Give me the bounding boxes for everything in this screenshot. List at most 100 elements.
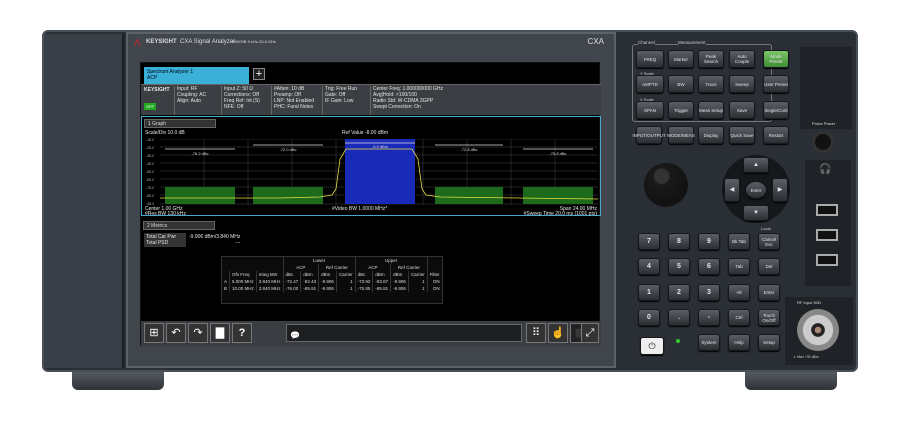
numpad-key-6[interactable]: 6: [698, 258, 720, 275]
model-badge: CXA: [587, 37, 604, 46]
message-bar[interactable]: 💬: [286, 324, 522, 342]
key-input-output[interactable]: INPUT/OUTPUT: [632, 126, 666, 144]
numpad-key-8[interactable]: 8: [668, 233, 690, 250]
key-save[interactable]: Save: [729, 101, 755, 119]
table-cell: 3.840 MHz: [256, 277, 284, 285]
column-header: dBm: [318, 270, 337, 278]
key-freq[interactable]: FREQ: [636, 50, 664, 68]
fullscreen-icon[interactable]: ⤢: [581, 323, 599, 343]
system-button[interactable]: System: [698, 334, 720, 351]
folder-icon[interactable]: ▇: [210, 323, 230, 343]
add-tab-button[interactable]: +: [253, 68, 265, 80]
power-button[interactable]: ⏻: [640, 337, 664, 355]
taskbar: ⊞ ↶ ↷ ▇ ? 💬 ⠿ ☝ ▦ ⤢: [141, 321, 601, 347]
table-cell: -82.43: [300, 277, 320, 285]
down-arrow-button[interactable]: ▼: [743, 205, 769, 221]
numpad-key-2[interactable]: 2: [668, 284, 690, 301]
help-icon[interactable]: ?: [232, 323, 252, 343]
usb-port-1[interactable]: [816, 204, 838, 216]
key-quick-save[interactable]: Quick Save: [729, 126, 755, 144]
up-arrow-button[interactable]: ▲: [743, 157, 769, 173]
key-restart[interactable]: Restart: [763, 126, 789, 144]
settings-bar[interactable]: KEYSIGHT OFF Input: RF Coupling: AC Align:…: [141, 84, 601, 115]
numpad-key-5[interactable]: 5: [668, 258, 690, 275]
usb-port-3[interactable]: [816, 254, 838, 266]
y-tick-label: -68.0: [146, 178, 154, 182]
graph-selector[interactable]: 1 Graph: [144, 119, 216, 128]
key-mode-preset[interactable]: Mode Preset: [763, 50, 789, 68]
numpad-key-cancel-esc[interactable]: Cancel Esc: [758, 233, 780, 250]
enter-nav-button[interactable]: Enter: [745, 181, 767, 199]
tab-spectrum-analyzer[interactable]: Spectrum Analyzer 1 ACP: [144, 67, 249, 84]
keysight-logo-icon: ⋀: [134, 38, 141, 47]
key-bw[interactable]: BW: [668, 75, 694, 93]
usb-port-2[interactable]: [816, 229, 838, 241]
table-cell: -76.00: [283, 284, 302, 292]
key-auto-couple[interactable]: Auto Couple: [729, 50, 755, 68]
info-trigger: Trig: Free Run Gate: Off IF Gain: Low: [322, 86, 357, 115]
key-trigger[interactable]: Trigger: [668, 101, 694, 119]
measurement-group-label: Measurement: [678, 40, 706, 45]
numpad-key-touch-on-off[interactable]: Touch On/Off: [758, 309, 780, 326]
metrics-window[interactable]: 2 Metrics Total Car Pwr Total PSD -9.906…: [141, 219, 601, 319]
numpad-key-alt[interactable]: Alt: [728, 284, 750, 301]
table-cell: 1: [336, 277, 356, 285]
numpad-key-4[interactable]: 4: [638, 258, 660, 275]
key-marker[interactable]: Marker: [668, 50, 694, 68]
numpad-key-ctrl[interactable]: Ctrl: [728, 309, 750, 326]
numpad-key-9[interactable]: 9: [698, 233, 720, 250]
spectrum-plot[interactable]: -76.2 dBc -72.0 dBc -9.9 dBm -72.8 dBc -…: [160, 139, 598, 205]
table-cell: -75.85: [355, 284, 374, 292]
table-cell: -83.87: [372, 277, 392, 285]
right-arrow-button[interactable]: ▶: [772, 178, 788, 202]
numpad-key-tab[interactable]: Tab: [728, 258, 750, 275]
power-led: [676, 339, 680, 343]
numpad-key--[interactable]: .: [668, 309, 690, 326]
numpad-key-1[interactable]: 1: [638, 284, 660, 301]
keypad-icon[interactable]: ⠿: [526, 323, 546, 343]
graph-window[interactable]: 1 Graph Scale/Div 10.0 dB Ref Value -8.0…: [141, 116, 601, 217]
help-button[interactable]: Help: [728, 334, 750, 351]
screen: Spectrum Analyzer 1 ACP + KEYSIGHT OFF I…: [140, 62, 601, 347]
setup-button[interactable]: Setup: [758, 334, 780, 351]
metrics-selector[interactable]: 2 Metrics: [143, 221, 215, 230]
numpad-key-3[interactable]: 3: [698, 284, 720, 301]
table-header: Ofs Freq Integ BW dBc dBm dBm Carrier dBc dBm dB…: [221, 270, 443, 278]
table-cell: -85.91: [300, 284, 320, 292]
key-meas-setup[interactable]: Meas Setup: [698, 101, 724, 119]
table-cell: 5.000 MHz: [229, 277, 257, 285]
key-peak-search[interactable]: Peak Search: [698, 50, 724, 68]
touch-icon[interactable]: ☝: [548, 323, 568, 343]
left-foot: [72, 370, 164, 390]
redo-icon[interactable]: ↷: [188, 323, 208, 343]
column-header: [221, 270, 231, 278]
numpad-key-0[interactable]: 0: [638, 309, 660, 326]
numpad-key-enter[interactable]: Enter: [758, 284, 780, 301]
key-display[interactable]: Display: [698, 126, 724, 144]
numpad-key-del[interactable]: Del: [758, 258, 780, 275]
numpad-key-bk-tab[interactable]: Bk Tab: [728, 233, 750, 250]
numpad-key-7[interactable]: 7: [638, 233, 660, 250]
key-amptd[interactable]: AMPTD: [636, 75, 664, 93]
key-trace[interactable]: Trace: [698, 75, 724, 93]
windows-icon[interactable]: ⊞: [144, 323, 164, 343]
y-tick-label: -78.0: [146, 186, 154, 190]
table-cell: B: [221, 284, 231, 292]
y-tick-label: -28.0: [146, 146, 154, 150]
key-single-cont[interactable]: Single/Cont: [763, 101, 789, 119]
key-span[interactable]: SPAN: [636, 101, 664, 119]
right-foot: [745, 370, 837, 390]
table-cell: -72.47: [283, 277, 302, 285]
left-arrow-button[interactable]: ◀: [724, 178, 740, 202]
key-sweep[interactable]: Sweep: [729, 75, 755, 93]
numpad-key--[interactable]: -: [698, 309, 720, 326]
rotary-knob[interactable]: [644, 163, 688, 207]
key-user-preset[interactable]: User Preset: [763, 75, 789, 93]
rf-input-connector[interactable]: [797, 309, 839, 351]
column-header: dBm: [390, 270, 409, 278]
table-cell: A: [221, 277, 231, 285]
summary-labels: Total Car Pwr Total PSD: [144, 233, 186, 247]
undo-icon[interactable]: ↶: [166, 323, 186, 343]
key-mode-meas[interactable]: MODE/MEAS: [667, 126, 695, 144]
ref-value: Ref Value -8.00 dBm: [342, 130, 389, 136]
